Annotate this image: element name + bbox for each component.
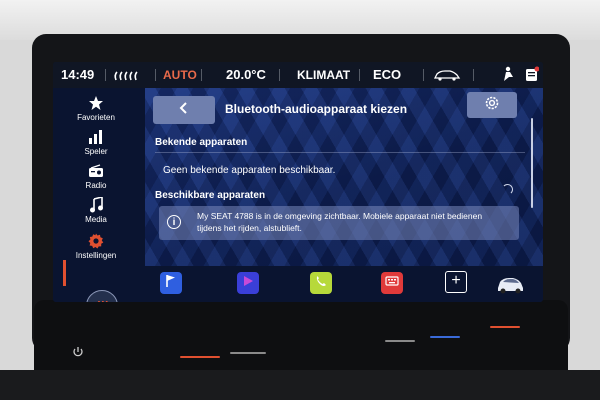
loading-spinner-icon	[502, 184, 513, 195]
known-devices-header: Bekende apparaten	[155, 137, 248, 148]
no-known-devices-message: Geen bekende apparaten beschikbaar.	[163, 165, 336, 176]
climate-control-panel	[34, 300, 568, 380]
home-menu-button[interactable]: ///	[86, 290, 118, 302]
sidebar-item-label: Media	[85, 215, 107, 224]
dashboard-lower	[0, 370, 600, 400]
bluetooth-panel: Bluetooth-audioapparaat kiezen Bekende a…	[145, 88, 543, 266]
sidebar-item-favorites[interactable]: Favorieten	[61, 94, 131, 126]
available-devices-header: Beschikbare apparaten	[155, 190, 266, 201]
auto-climate-label[interactable]: AUTO	[163, 68, 197, 82]
music-note-icon	[61, 196, 131, 214]
sidebar-item-label: Speler	[84, 147, 108, 156]
flag-icon	[165, 274, 177, 293]
divider	[473, 69, 474, 81]
phone-app-button[interactable]	[310, 272, 332, 294]
sidebar-item-settings[interactable]: Instellingen	[61, 232, 131, 264]
fan-slider[interactable]	[230, 352, 266, 354]
media-app-button[interactable]	[237, 272, 259, 294]
climate-button[interactable]: KLIMAAT	[297, 68, 350, 82]
car-status-icon[interactable]	[495, 271, 525, 295]
car-profile-icon[interactable]	[433, 69, 461, 81]
person-seat-icon[interactable]	[501, 66, 515, 82]
clock: 14:49	[61, 67, 95, 82]
sidebar-item-media[interactable]: Media	[61, 196, 131, 228]
notice-text: My SEAT 4788 is in de omgeving zichtbaar…	[197, 211, 483, 233]
status-bar: 14:49 AUTO 20.0°C KLIMAAT ECO	[53, 62, 543, 88]
divider	[105, 69, 106, 81]
divider	[279, 69, 280, 81]
equalizer-icon	[61, 128, 131, 146]
gear-icon	[484, 95, 500, 116]
info-icon: i	[167, 215, 181, 229]
power-icon[interactable]	[72, 346, 84, 358]
seat-heat-icon[interactable]	[113, 68, 143, 82]
fan-slider-right[interactable]	[385, 340, 415, 342]
eco-button[interactable]: ECO	[373, 67, 401, 82]
gear-icon	[61, 232, 131, 250]
temperature-readout[interactable]: 20.0°C	[226, 67, 266, 82]
star-icon	[61, 94, 131, 112]
sidebar-item-player[interactable]: Speler	[61, 128, 131, 160]
settings-button[interactable]	[467, 92, 517, 118]
visibility-notice: i My SEAT 4788 is in de omgeving zichtba…	[159, 206, 519, 240]
notification-icon[interactable]	[525, 66, 539, 82]
chevron-left-icon	[179, 101, 189, 119]
back-button[interactable]	[153, 96, 215, 124]
play-icon	[242, 274, 254, 292]
scrollbar[interactable]	[531, 118, 533, 208]
add-app-button[interactable]: +	[445, 271, 467, 293]
sidebar-item-label: Favorieten	[77, 113, 115, 122]
divider	[155, 69, 156, 81]
infotainment-screen: 14:49 AUTO 20.0°C KLIMAAT ECO Favorieten	[53, 62, 543, 302]
temp-left-slider[interactable]	[180, 356, 220, 358]
sidebar-item-label: Radio	[85, 181, 107, 190]
divider	[423, 69, 424, 81]
divider	[359, 69, 360, 81]
divider	[155, 152, 525, 153]
app-dock: +	[145, 266, 543, 302]
radio-icon	[61, 162, 131, 180]
sidebar-item-radio[interactable]: Radio	[61, 162, 131, 194]
flag-app-button[interactable]	[160, 272, 182, 294]
temp-right-slider-blue[interactable]	[430, 336, 460, 338]
phone-icon	[315, 274, 327, 292]
divider	[201, 69, 202, 81]
temp-right-slider[interactable]	[490, 326, 520, 328]
sidebar-item-label: Instellingen	[75, 251, 117, 260]
keyboard-icon	[385, 274, 399, 292]
page-title: Bluetooth-audioapparaat kiezen	[225, 102, 408, 116]
keyboard-app-button[interactable]	[381, 272, 403, 294]
sidebar: Favorieten Speler Radio Media Instelling…	[53, 88, 145, 302]
